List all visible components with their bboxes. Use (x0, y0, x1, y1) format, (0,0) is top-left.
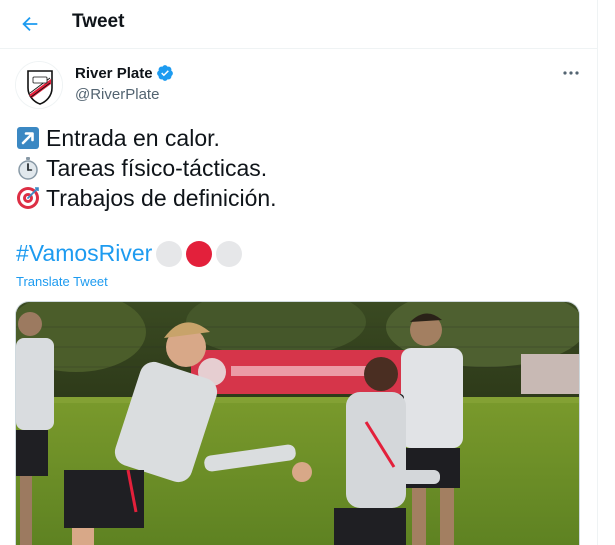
tweet-media-photo[interactable] (15, 301, 580, 545)
arrow-up-right-icon (17, 127, 39, 149)
stopwatch-icon (18, 157, 38, 180)
page-title: Tweet (72, 11, 125, 32)
more-options-button[interactable] (556, 62, 586, 84)
author-name-row: River Plate (75, 64, 174, 82)
training-photo-image (16, 302, 579, 545)
author-handle[interactable]: @RiverPlate (75, 86, 159, 103)
tweet-text-line: Trabajos de definición. (16, 184, 277, 212)
white-circle-icon (216, 240, 243, 267)
tweet-line-text: Tareas físico-tácticas. (46, 155, 268, 181)
tweet-detail-column: Tweet River Plate @RiverPlate Entrada en… (0, 0, 598, 545)
author-display-name[interactable]: River Plate (75, 65, 153, 82)
tweet-line-text: Trabajos de definición. (46, 185, 277, 211)
avatar[interactable] (15, 61, 63, 109)
tweet-text-line: Tareas físico-tácticas. (16, 154, 267, 182)
direct-hit-target-icon (17, 187, 39, 209)
more-horizontal-icon (563, 71, 579, 75)
back-button[interactable] (12, 6, 48, 42)
tweet-text-line: Entrada en calor. (16, 124, 220, 152)
top-bar: Tweet (0, 0, 598, 49)
red-circle-icon (186, 240, 213, 267)
river-plate-crest-icon (16, 62, 62, 108)
translate-tweet-link[interactable]: Translate Tweet (16, 274, 108, 289)
hashtag-row: #VamosRiver (16, 240, 243, 267)
verified-badge-icon (156, 65, 173, 81)
tweet-line-text: Entrada en calor. (46, 125, 220, 151)
arrow-left-icon (22, 16, 38, 32)
white-circle-icon (156, 240, 183, 267)
hashtag-link[interactable]: #VamosRiver (16, 240, 152, 267)
